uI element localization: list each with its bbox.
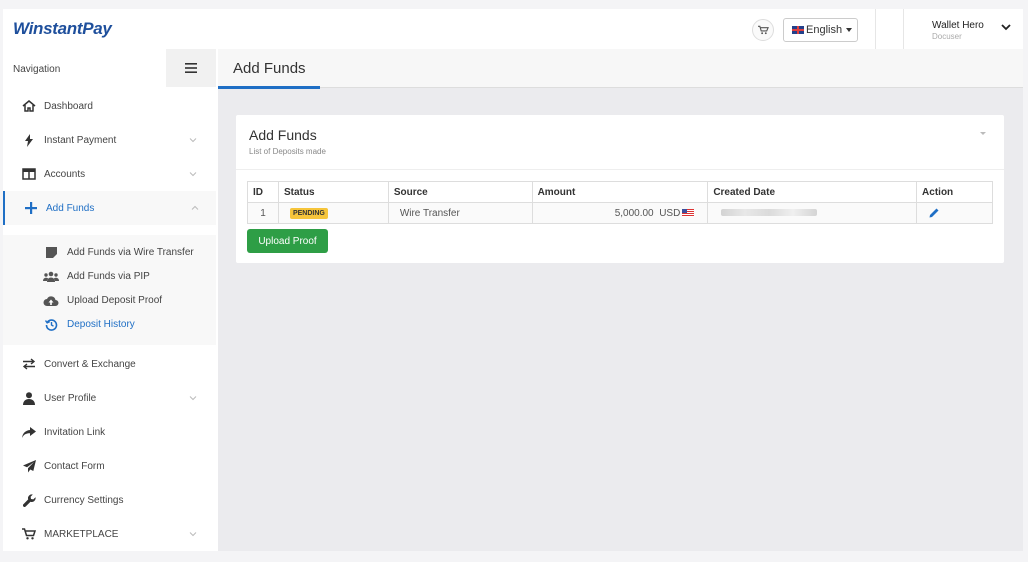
upload-proof-button[interactable]: Upload Proof <box>247 229 328 253</box>
sidebar-item-label: Add Funds <box>46 202 95 214</box>
submenu-item-label: Deposit History <box>67 318 135 330</box>
uk-flag-icon <box>792 26 804 34</box>
sidebar-item-dashboard[interactable]: Dashboard <box>3 89 216 123</box>
send-icon <box>21 458 37 474</box>
sidebar-item-instant-payment[interactable]: Instant Payment <box>3 123 216 157</box>
column-header-status: Status <box>277 181 389 203</box>
cell-action <box>916 202 993 224</box>
sidebar-item-label: User Profile <box>44 392 97 404</box>
column-header-action: Action <box>916 181 993 203</box>
amount-value: 5,000.00 <box>614 207 654 219</box>
chevron-down-icon <box>189 138 197 143</box>
chevron-down-icon <box>189 532 197 537</box>
submenu-item-wire-transfer[interactable]: Add Funds via Wire Transfer <box>3 240 216 264</box>
chevron-up-icon <box>191 205 199 210</box>
chevron-down-icon <box>189 396 197 401</box>
users-icon <box>43 269 59 283</box>
exchange-icon <box>21 356 37 372</box>
deposits-card: Add Funds List of Deposits made ID Statu… <box>236 115 1004 263</box>
cart-icon <box>757 25 769 35</box>
pencil-edit-icon[interactable] <box>929 208 939 218</box>
cart-icon <box>21 526 37 542</box>
column-header-id: ID <box>247 181 279 203</box>
user-role: Docuser <box>932 32 962 41</box>
sidebar-item-label: Dashboard <box>44 100 93 112</box>
page-header: Add Funds <box>218 49 1023 89</box>
user-icon <box>21 390 37 406</box>
column-header-created-date: Created Date <box>707 181 918 203</box>
cell-id: 1 <box>247 202 279 224</box>
cell-status: PENDING <box>277 202 389 224</box>
app-frame: WinstantPay English Wallet Hero Docuser … <box>3 9 1023 551</box>
submenu-item-upload-proof[interactable]: Upload Deposit Proof <box>3 288 216 312</box>
cart-button[interactable] <box>752 19 774 41</box>
cell-created-date <box>707 202 918 224</box>
share-icon <box>21 424 37 440</box>
us-flag-icon <box>682 208 695 217</box>
chevron-down-icon <box>189 172 197 177</box>
sidebar-item-user-profile[interactable]: User Profile <box>3 381 216 415</box>
language-dropdown[interactable]: English <box>783 18 858 42</box>
sidebar-item-currency-settings[interactable]: Currency Settings <box>3 483 216 517</box>
sidebar-item-contact-form[interactable]: Contact Form <box>3 449 216 483</box>
sidebar-item-label: Accounts <box>44 168 86 180</box>
table-header-row: ID Status Source Amount Created Date Act… <box>247 181 993 203</box>
sidebar-item-add-funds[interactable]: Add Funds <box>3 191 216 225</box>
sidebar-header: Navigation <box>3 49 216 89</box>
hamburger-icon <box>185 63 197 73</box>
submenu-item-label: Add Funds via Wire Transfer <box>67 246 194 258</box>
user-name[interactable]: Wallet Hero <box>932 20 984 31</box>
sidebar-item-label: Convert & Exchange <box>44 358 136 370</box>
cloud-upload-icon <box>43 293 59 307</box>
card-title: Add Funds <box>249 127 317 143</box>
page-title: Add Funds <box>233 60 306 77</box>
sidebar-item-label: Invitation Link <box>44 426 106 438</box>
home-icon <box>21 98 37 114</box>
history-icon <box>43 317 59 331</box>
navigation-label: Navigation <box>13 64 61 75</box>
chevron-down-icon[interactable] <box>1001 23 1011 31</box>
header-divider <box>903 9 904 49</box>
caret-down-icon <box>846 28 853 32</box>
wrench-icon <box>21 492 37 508</box>
language-label: English <box>806 24 843 36</box>
collapse-caret-icon[interactable] <box>980 132 986 135</box>
status-badge: PENDING <box>289 208 328 219</box>
sidebar-item-convert-exchange[interactable]: Convert & Exchange <box>3 347 216 381</box>
sidebar: Navigation Dashboard Instant Payment Acc… <box>3 49 216 551</box>
sidebar-item-accounts[interactable]: Accounts <box>3 157 216 191</box>
column-header-source: Source <box>387 181 533 203</box>
columns-icon <box>21 166 37 182</box>
redacted-date <box>721 209 818 217</box>
table-row: 1 PENDING Wire Transfer 5,000.00 USD <box>247 202 993 224</box>
submenu-item-label: Add Funds via PIP <box>67 270 150 282</box>
sidebar-item-label: Contact Form <box>44 460 105 472</box>
main-content: Add Funds Add Funds List of Deposits mad… <box>218 49 1023 551</box>
sidebar-item-marketplace[interactable]: MARKETPLACE <box>3 517 216 551</box>
card-divider <box>236 169 1004 170</box>
sidebar-item-label: Currency Settings <box>44 494 124 506</box>
bolt-icon <box>21 132 37 148</box>
cell-amount: 5,000.00 USD <box>531 202 709 224</box>
top-header: WinstantPay English Wallet Hero Docuser <box>3 9 1023 49</box>
cell-source: Wire Transfer <box>387 202 533 224</box>
deposits-table: ID Status Source Amount Created Date Act… <box>247 181 993 224</box>
header-divider <box>875 9 876 49</box>
active-tab-indicator <box>218 86 320 89</box>
note-icon <box>43 245 59 259</box>
plus-icon <box>23 200 39 216</box>
column-header-amount: Amount <box>531 181 709 203</box>
sidebar-item-label: MARKETPLACE <box>44 528 119 540</box>
currency-code: USD <box>659 207 681 219</box>
submenu-item-deposit-history[interactable]: Deposit History <box>3 312 216 336</box>
menu-toggle-button[interactable] <box>166 49 216 87</box>
submenu-item-label: Upload Deposit Proof <box>67 294 163 306</box>
sidebar-item-label: Instant Payment <box>44 134 117 146</box>
submenu-item-pip[interactable]: Add Funds via PIP <box>3 264 216 288</box>
sidebar-item-invitation-link[interactable]: Invitation Link <box>3 415 216 449</box>
brand-logo[interactable]: WinstantPay <box>13 19 112 39</box>
add-funds-submenu: Add Funds via Wire Transfer Add Funds vi… <box>3 235 216 345</box>
card-subtitle: List of Deposits made <box>249 147 326 156</box>
